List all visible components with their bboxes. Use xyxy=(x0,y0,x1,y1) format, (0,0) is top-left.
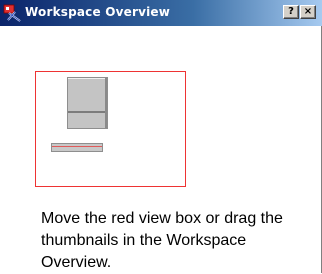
title-bar[interactable]: Workspace Overview ? × xyxy=(0,0,322,26)
workspace-thumbnail[interactable] xyxy=(51,143,103,152)
overview-canvas[interactable]: Move the red view box or drag the thumbn… xyxy=(0,26,321,273)
close-button[interactable]: × xyxy=(300,5,316,19)
thumbnail-highlight xyxy=(68,78,107,79)
workspace-overview-window: Workspace Overview ? × Move the red view… xyxy=(0,0,322,273)
help-button[interactable]: ? xyxy=(283,5,299,19)
overview-instructions: Move the red view box or drag the thumbn… xyxy=(41,210,283,271)
window-title: Workspace Overview xyxy=(25,5,171,19)
thumbnail-divider xyxy=(68,111,107,113)
workspace-app-icon xyxy=(3,4,21,22)
question-mark-icon: ? xyxy=(288,6,294,17)
red-view-box[interactable] xyxy=(35,71,186,187)
thumbnail-edge xyxy=(105,78,107,128)
workspace-thumbnail[interactable] xyxy=(67,77,108,129)
thumbnail-red-line xyxy=(52,146,102,147)
close-icon: × xyxy=(303,6,313,17)
